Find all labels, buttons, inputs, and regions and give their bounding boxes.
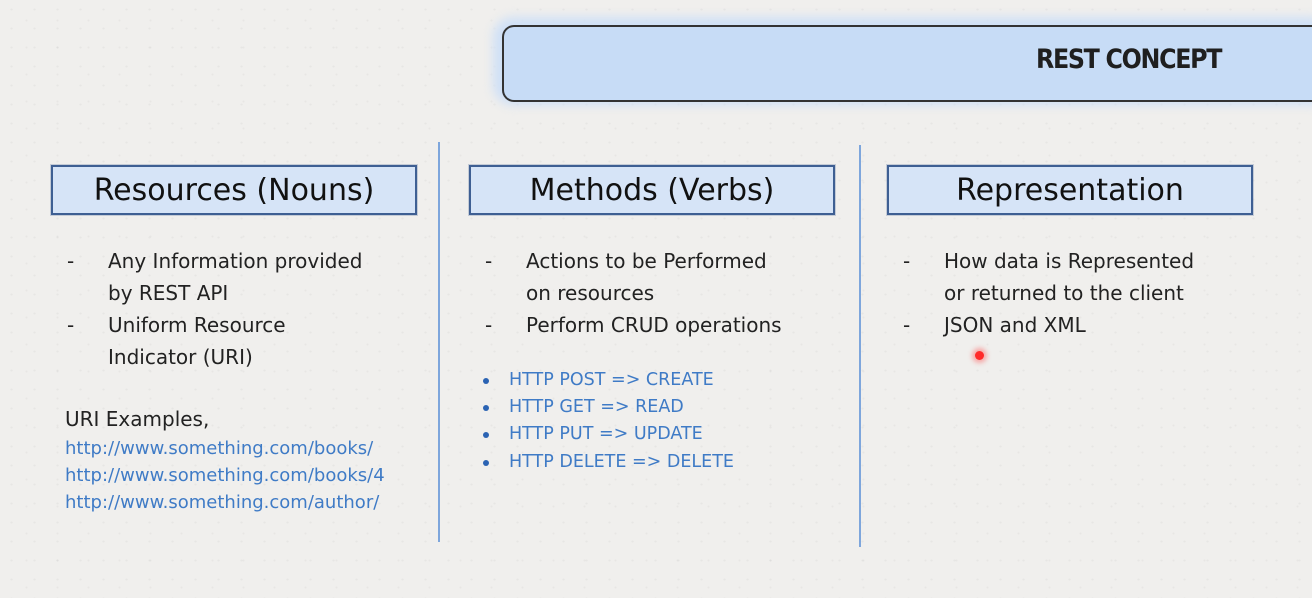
uri-examples-heading: URI Examples, (65, 407, 210, 431)
http-method-item: HTTP DELETE => DELETE (509, 452, 734, 472)
uri-example-link[interactable]: http://www.something.com/author/ (65, 489, 379, 516)
resources-bullet-2-dash: - (67, 313, 75, 337)
column-divider-left (438, 142, 440, 542)
column-divider-right (859, 145, 861, 547)
http-method-item: HTTP GET => READ (509, 397, 684, 417)
representation-bullet-1-line-2: or returned to the client (944, 281, 1184, 305)
bullet-dot-icon (483, 460, 489, 466)
resources-bullet-1-dash: - (67, 249, 75, 273)
cursor-pointer-icon (975, 351, 984, 360)
resources-bullet-2-line-1: Uniform Resource (108, 313, 286, 337)
methods-bullet-1-line-1: Actions to be Performed (526, 249, 767, 273)
bullet-dot-icon (483, 378, 489, 384)
representation-heading: Representation (887, 165, 1253, 215)
bullet-dot-icon (483, 405, 489, 411)
http-method-item: HTTP POST => CREATE (509, 370, 714, 390)
uri-example-link[interactable]: http://www.something.com/books/4 (65, 462, 385, 489)
resources-bullet-2-line-2: Indicator (URI) (108, 345, 253, 369)
methods-bullet-2-dash: - (485, 313, 493, 337)
representation-bullet-2-dash: - (903, 313, 911, 337)
representation-bullet-2-line-1: JSON and XML (944, 313, 1086, 337)
resources-heading: Resources (Nouns) (51, 165, 417, 215)
methods-bullet-2-line-1: Perform CRUD operations (526, 313, 782, 337)
slide-title: REST CONCEPT (1036, 44, 1222, 75)
methods-heading: Methods (Verbs) (469, 165, 835, 215)
resources-bullet-1-line-1: Any Information provided (108, 249, 363, 273)
methods-bullet-1-dash: - (485, 249, 493, 273)
http-method-item: HTTP PUT => UPDATE (509, 424, 703, 444)
bullet-dot-icon (483, 432, 489, 438)
uri-example-link[interactable]: http://www.something.com/books/ (65, 435, 373, 462)
resources-bullet-1-line-2: by REST API (108, 281, 229, 305)
methods-bullet-1-line-2: on resources (526, 281, 655, 305)
representation-bullet-1-line-1: How data is Represented (944, 249, 1195, 273)
representation-bullet-1-dash: - (903, 249, 911, 273)
